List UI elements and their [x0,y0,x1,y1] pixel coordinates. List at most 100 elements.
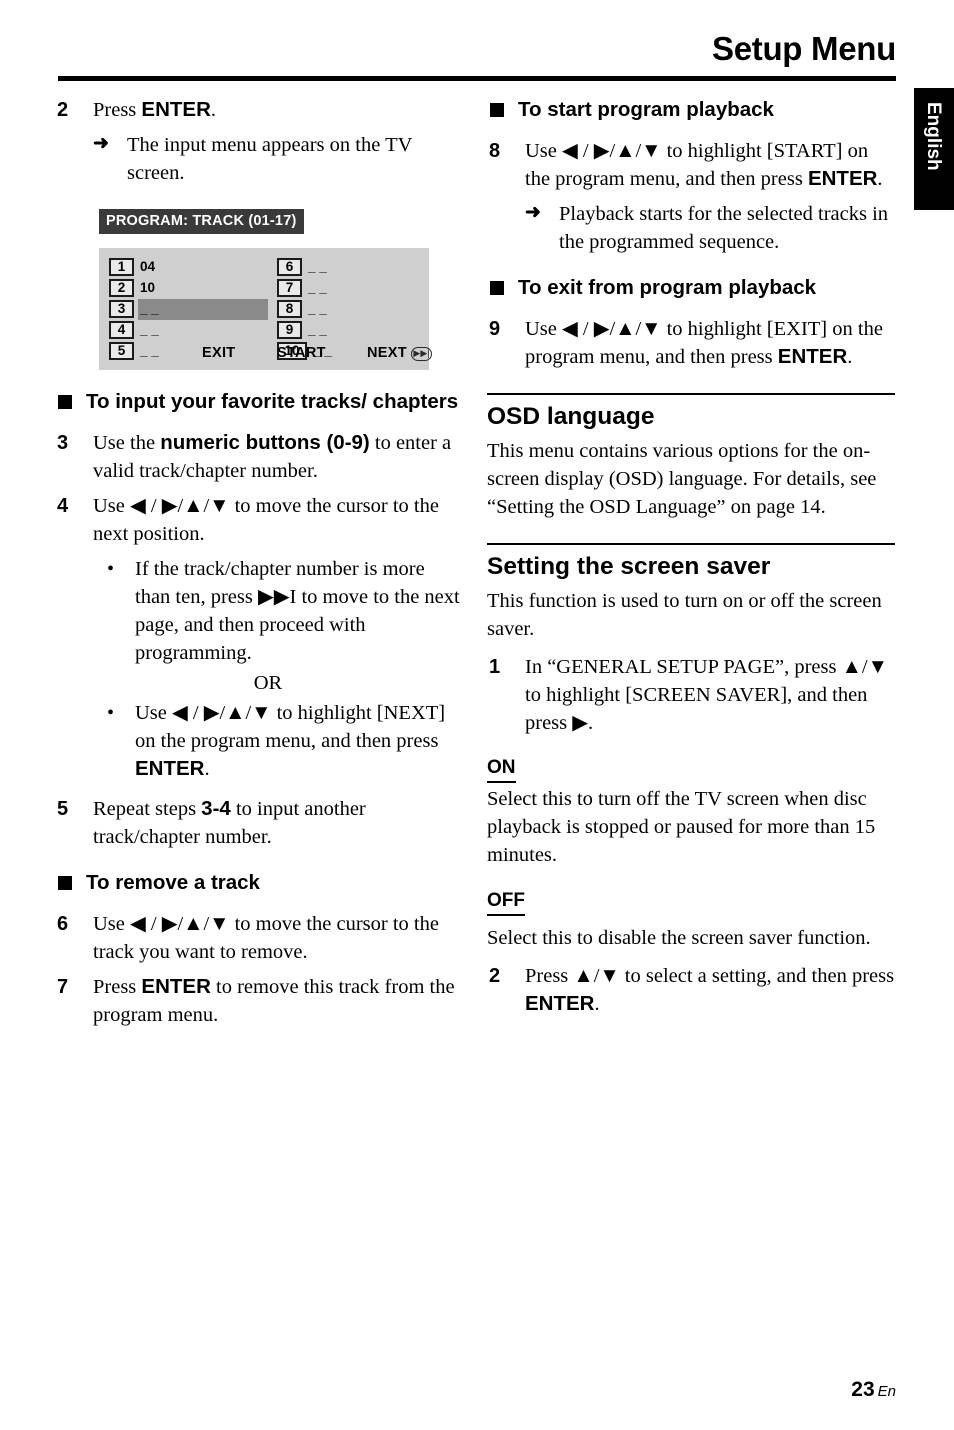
step-7: 7 Press ENTER to remove this track from t… [55,973,463,1029]
step-4-text: Use ◀ / ▶/▲/▼ to move the cursor to the … [93,495,439,545]
program-menu-figure: PROGRAM: TRACK (01-17) 1 04 2 10 3 _ _ 4… [99,209,432,370]
bullet-square-icon [58,876,72,890]
step-5-bold: 3-4 [201,797,231,820]
step-2-result-text: The input menu appears on the TV screen. [127,134,413,184]
language-tab-english: English [914,88,954,210]
program-slot-value: _ _ [140,301,159,316]
step-4-bullet-2-part1: Use ◀ / ▶/▲/▼ to highlight [NEXT] on the… [135,702,446,752]
step-8: 8 Use ◀ / ▶/▲/▼ to highlight [START] on t… [487,137,895,193]
page-title: Setup Menu [712,30,896,67]
program-slot-value: _ _ [308,301,327,316]
program-slot-value: 10 [140,280,156,295]
step-3-number: 3 [57,432,69,454]
step-9: 9 Use ◀ / ▶/▲/▼ to highlight [EXIT] on th… [487,315,895,371]
step-8-part2: . [877,168,883,190]
program-slot-index: 1 [109,258,134,276]
heading-remove-track-label: To remove a track [86,871,260,894]
step-2-text-bold: ENTER [141,98,211,121]
step-4: 4 Use ◀ / ▶/▲/▼ to move the cursor to the… [55,492,463,548]
heading-exit-program-playback: To exit from program playback [487,274,895,301]
step-8-result-text: Playback starts for the selected tracks … [559,203,889,253]
step-9-number: 9 [489,318,501,340]
heading-input-favorite-tracks-label: To input your favorite tracks/ chapters [86,390,459,413]
program-slot-index: 6 [277,258,302,276]
step-2-text-prefix: Press [93,99,142,121]
bullet-square-icon [490,281,504,295]
screen-saver-step-2-part2: . [594,993,600,1015]
screen-saver-step-2: 2 Press ▲/▼ to select a setting, and then… [487,962,895,1018]
page-footer: 23 En [851,1378,896,1402]
left-column: 2 Press ENTER. ➜ The input menu appears on… [55,96,463,1036]
step-4-bullet-1-text: If the track/chapter number is more than… [135,558,460,664]
program-slot-value: _ _ [308,259,327,274]
program-slot-index: 3 [109,300,134,318]
step-3-bold: numeric buttons (0-9) [160,431,370,454]
section-heading-screen-saver: Setting the screen saver [487,553,771,580]
screen-saver-step-1-text: In “GENERAL SETUP PAGE”, press ▲/▼ to hi… [525,656,888,734]
program-slot-value: _ _ [308,280,327,295]
program-slot-index: 9 [277,321,302,339]
screen-saver-step-1-number: 1 [489,656,501,678]
step-6-text: Use ◀ / ▶/▲/▼ to move the cursor to the … [93,913,439,963]
step-8-bold: ENTER [807,167,878,190]
program-start-button[interactable]: START [277,345,326,361]
right-column: To start program playback 8 Use ◀ / ▶/▲/▼… [487,96,895,1025]
program-menu-footer: EXIT START NEXT ▶▶| [99,345,432,365]
program-menu-badge: PROGRAM: TRACK (01-17) [99,209,304,234]
step-9-bold: ENTER [777,345,848,368]
option-label-on: ON [487,756,516,783]
step-2: 2 Press ENTER. [55,96,463,124]
osd-language-body: This menu contains various options for t… [487,440,877,518]
arrow-right-icon: ➜ [93,133,109,154]
step-3: 3 Use the numeric buttons (0-9) to enter … [55,429,463,485]
heading-input-favorite-tracks: To input your favorite tracks/ chapters [55,388,463,415]
step-6-number: 6 [57,913,69,935]
step-5: 5 Repeat steps 3-4 to input another track… [55,795,463,851]
footer-language-suffix: En [877,1383,896,1400]
step-8-result: ➜ Playback starts for the selected tracks… [487,200,895,256]
bullet-square-icon [58,395,72,409]
step-6: 6 Use ◀ / ▶/▲/▼ to move the cursor to the… [55,910,463,966]
option-on-description: Select this to turn off the TV screen wh… [487,788,876,866]
program-slot-value: _ _ [140,322,159,337]
heading-exit-program-playback-label: To exit from program playback [518,276,817,299]
language-tab-label: English [923,102,944,171]
bullet-square-icon [490,103,504,117]
heading-remove-track: To remove a track [55,869,463,896]
program-exit-button[interactable]: EXIT [202,345,235,361]
step-7-part1: Press [93,976,142,998]
program-next-button[interactable]: NEXT [367,345,407,361]
section-divider [487,543,895,545]
heading-start-program-playback: To start program playback [487,96,895,123]
step-5-part1: Repeat steps [93,798,202,820]
step-2-text-suffix: . [210,99,217,121]
step-4-bullet-2-part2: . [204,758,210,780]
bullet-dot-icon: • [107,558,115,580]
program-slot-index: 4 [109,321,134,339]
step-4-bullet-2-bold: ENTER [135,757,205,780]
section-heading-osd-language: OSD language [487,403,655,430]
program-slot-value: 04 [140,259,156,274]
step-4-number: 4 [57,495,69,517]
option-off-description: Select this to disable the screen saver … [487,927,871,949]
program-slot-value: _ _ [308,322,327,337]
arrow-right-icon: ➜ [525,202,541,223]
step-5-number: 5 [57,798,69,820]
skip-forward-icon: ▶▶| [411,347,432,361]
header-divider [58,76,896,81]
step-7-bold: ENTER [141,975,211,998]
program-slot-index: 2 [109,279,134,297]
step-9-part2: . [847,346,853,368]
footer-page-number: 23 [851,1378,875,1401]
option-label-off: OFF [487,889,525,916]
screen-saver-step-2-bold: ENTER [525,992,595,1015]
step-7-number: 7 [57,976,69,998]
screen-saver-step-2-part1: Press ▲/▼ to select a setting, and then … [525,965,895,987]
step-2-number: 2 [57,99,69,121]
step-2-result: ➜ The input menu appears on the TV screen… [55,131,463,187]
program-slot-index: 8 [277,300,302,318]
section-divider [487,393,895,395]
screen-saver-body: This function is used to turn on or off … [487,590,882,640]
screen-saver-step-1: 1 In “GENERAL SETUP PAGE”, press ▲/▼ to h… [487,653,895,737]
program-menu-screen: 1 04 2 10 3 _ _ 4 _ _ 5 _ _ 6 _ _ 7 _ _ … [99,248,432,370]
